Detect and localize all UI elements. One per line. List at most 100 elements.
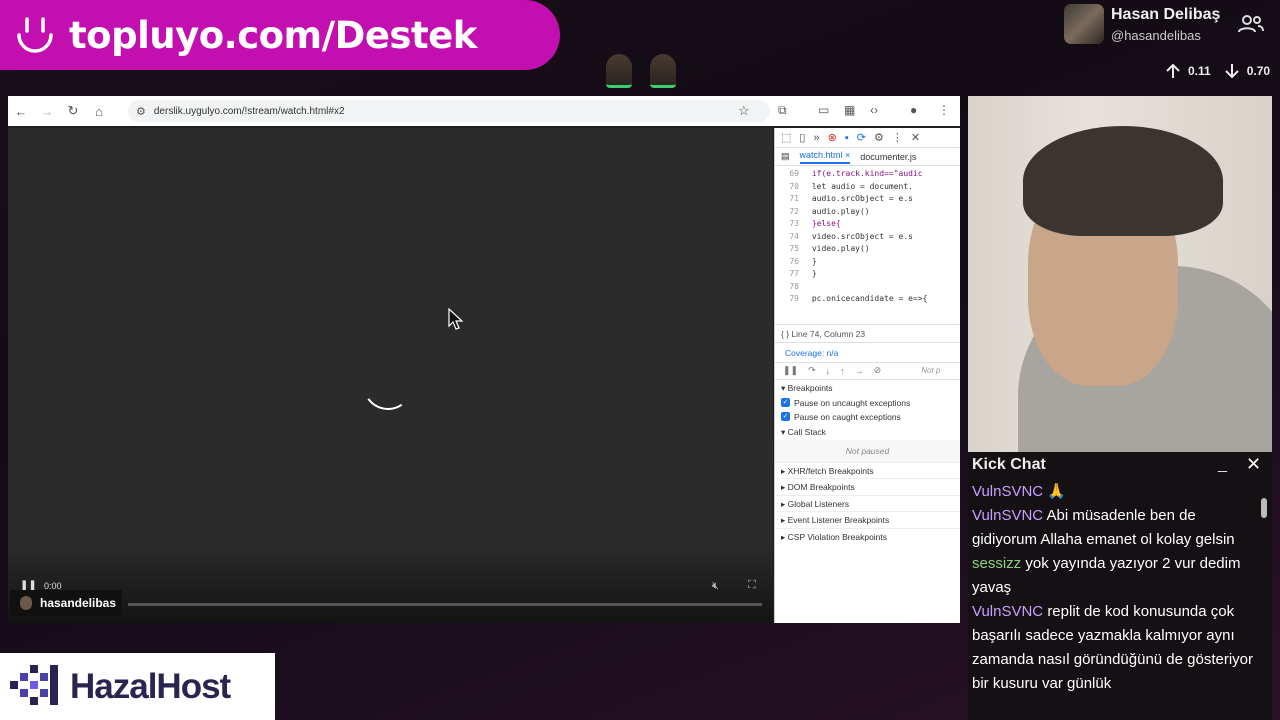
- mouse-cursor-icon: [448, 308, 464, 330]
- chat-message: sessizz yok yayında yazıyor 2 vur dedim …: [972, 552, 1258, 600]
- message-icon[interactable]: ▪: [845, 132, 849, 144]
- code-line: 75 video.play(): [789, 244, 870, 253]
- viewer-avatar: [606, 54, 632, 88]
- menu-kebab-icon[interactable]: ⋮: [938, 103, 950, 117]
- extensions-icon[interactable]: ⧉: [778, 103, 787, 118]
- checkbox-checked-icon[interactable]: ✓: [781, 412, 790, 421]
- pause-uncaught-checkbox[interactable]: ✓ Pause on uncaught exceptions: [775, 396, 960, 410]
- bookmark-star-icon[interactable]: ☆: [738, 103, 750, 119]
- not-text: Not p: [921, 366, 941, 375]
- minimize-icon[interactable]: _: [1218, 456, 1227, 474]
- chat-username[interactable]: VulnSVNC: [972, 483, 1043, 500]
- checkbox-checked-icon[interactable]: ✓: [781, 398, 790, 407]
- sidepanel-icon[interactable]: ▭: [818, 103, 829, 117]
- webcam-username: hasandelibas: [40, 596, 117, 610]
- sync-icon[interactable]: ⟳: [857, 131, 866, 144]
- code-line: 79 pc.onicecandidate = e=>{: [789, 294, 928, 303]
- deactivate-breakpoints-icon[interactable]: ⊘: [874, 365, 882, 376]
- source-tabs: ▤ watch.html × documenter.js: [775, 148, 960, 166]
- chat-username[interactable]: sessizz: [972, 555, 1021, 572]
- reload-icon[interactable]: ↻: [60, 103, 86, 119]
- url-text: derslik.uygulyo.com/!stream/watch.html#x…: [153, 105, 345, 117]
- streamer-name: Hasan Delibaş: [1111, 6, 1221, 23]
- browser-window: ← → ↻ ⌂ ⚙ derslik.uygulyo.com/!stream/wa…: [8, 96, 960, 623]
- code-line: 70 let audio = document.: [789, 181, 913, 191]
- sponsor-logo: HazalHost: [0, 653, 275, 720]
- scroll-thumb[interactable]: [1261, 498, 1267, 518]
- navigator-toggle-icon[interactable]: ▤: [781, 151, 790, 162]
- debugger-controls: ❚❚ ↷ ↓ ↑ → ⊘ Not p: [775, 361, 960, 380]
- network-stats: 0.11 0.70: [1164, 62, 1270, 80]
- home-icon[interactable]: ⌂: [86, 104, 112, 119]
- video-player[interactable]: ❚❚ 0:00 🔇︎ ⛶ hasandelibas: [8, 128, 773, 623]
- xhr-breakpoints-section[interactable]: ▸ XHR/fetch Breakpoints: [775, 461, 960, 479]
- step-out-icon[interactable]: ↑: [840, 366, 845, 376]
- inspect-icon[interactable]: ⬚: [781, 131, 791, 144]
- site-info-icon[interactable]: ⚙: [136, 105, 146, 118]
- global-listeners-section[interactable]: ▸ Global Listeners: [775, 494, 960, 512]
- download-arrow-icon: [1224, 64, 1239, 79]
- event-listener-breakpoints-section[interactable]: ▸ Event Listener Breakpoints: [775, 511, 960, 528]
- apps-icon[interactable]: ▦: [844, 103, 855, 117]
- webcam-feed: [968, 96, 1272, 452]
- upload-arrow-icon: [1166, 63, 1180, 78]
- settings-gear-icon[interactable]: ⚙: [874, 131, 884, 144]
- profile-icon[interactable]: ●: [910, 103, 917, 117]
- back-icon[interactable]: ←: [8, 104, 34, 119]
- viewer-avatars: [606, 54, 676, 88]
- devtools-menu-icon[interactable]: ⋮: [892, 131, 903, 144]
- close-icon[interactable]: ✕: [1246, 454, 1261, 475]
- forward-icon[interactable]: →: [34, 104, 60, 119]
- kick-chat-panel: Kick Chat _ ✕ VulnSVNC 🙏 VulnSVNC Abi mü…: [968, 452, 1272, 720]
- people-icon[interactable]: [1238, 14, 1264, 34]
- loading-spinner-icon: [359, 356, 417, 414]
- close-devtools-icon[interactable]: ✕: [911, 131, 920, 144]
- code-line: 69 if(e.track.kind=="audic: [789, 169, 923, 178]
- pause-caught-checkbox[interactable]: ✓ Pause on caught exceptions: [775, 410, 960, 424]
- chat-scrollbar[interactable]: [1260, 498, 1268, 718]
- not-paused-text: Not paused: [775, 439, 960, 462]
- url-field[interactable]: ⚙ derslik.uygulyo.com/!stream/watch.html…: [128, 100, 770, 122]
- chat-username[interactable]: VulnSVNC: [972, 507, 1043, 524]
- call-stack-header[interactable]: ▾ Call Stack: [775, 424, 960, 440]
- code-line: 78: [789, 281, 799, 291]
- coverage-status: Coverage: n/a: [775, 341, 960, 362]
- error-icon[interactable]: ⊗: [828, 131, 837, 144]
- hazalhost-mark-icon: [10, 664, 58, 705]
- csp-violation-breakpoints-section[interactable]: ▸ CSP Violation Breakpoints: [775, 527, 960, 545]
- chat-message: VulnSVNC replit de kod konusunda çok baş…: [972, 600, 1258, 696]
- video-controls-shade: [8, 543, 773, 623]
- video-progress-bar[interactable]: [128, 603, 762, 606]
- chat-messages: VulnSVNC 🙏 VulnSVNC Abi müsadenle ben de…: [972, 480, 1258, 696]
- step-icon[interactable]: →: [855, 366, 864, 376]
- breakpoints-header[interactable]: ▾ Breakpoints: [775, 380, 960, 396]
- code-line: 76 }: [789, 256, 817, 266]
- fullscreen-icon[interactable]: ⛶: [748, 579, 756, 592]
- step-over-icon[interactable]: ↷: [808, 365, 816, 376]
- streamer-avatar: [1064, 4, 1104, 44]
- mute-icon[interactable]: 🔇︎: [712, 580, 719, 593]
- destek-banner: topluyo.com/Destek: [0, 0, 560, 70]
- code-line: 77 }: [789, 269, 817, 278]
- tab-watch-html[interactable]: watch.html ×: [799, 150, 851, 164]
- chat-message: VulnSVNC 🙏: [972, 480, 1258, 504]
- smile-logo-icon: [17, 17, 53, 53]
- chat-username[interactable]: VulnSVNC: [972, 603, 1043, 620]
- dom-breakpoints-section[interactable]: ▸ DOM Breakpoints: [775, 478, 960, 495]
- streamer-handle: @hasandelibas: [1111, 28, 1201, 43]
- devtools-code-icon[interactable]: ‹›: [870, 103, 878, 117]
- code-line: 73 }else{: [789, 219, 841, 228]
- sponsor-name: HazalHost: [70, 666, 231, 706]
- devtools-panel: ⬚ ▯ » ⊗ ▪ ⟳ ⚙ ⋮ ✕ ▤ watch.html × documen…: [774, 128, 960, 623]
- device-icon[interactable]: ▯: [799, 131, 805, 144]
- tab-documenter-js[interactable]: documenter.js: [860, 152, 916, 162]
- cursor-position: { } Line 74, Column 23: [775, 323, 960, 342]
- address-bar: ← → ↻ ⌂ ⚙ derslik.uygulyo.com/!stream/wa…: [8, 96, 960, 126]
- resume-icon[interactable]: ❚❚: [783, 365, 798, 376]
- streamer-profile: Hasan Delibaş @hasandelibas: [1064, 4, 1274, 46]
- webcam-hair: [1023, 126, 1223, 236]
- code-line: 72 audio.play(): [789, 206, 870, 216]
- step-into-icon[interactable]: ↓: [826, 366, 831, 376]
- code-editor[interactable]: 69 if(e.track.kind=="audic 70 let audio …: [775, 166, 960, 306]
- more-tabs-icon[interactable]: »: [813, 132, 819, 144]
